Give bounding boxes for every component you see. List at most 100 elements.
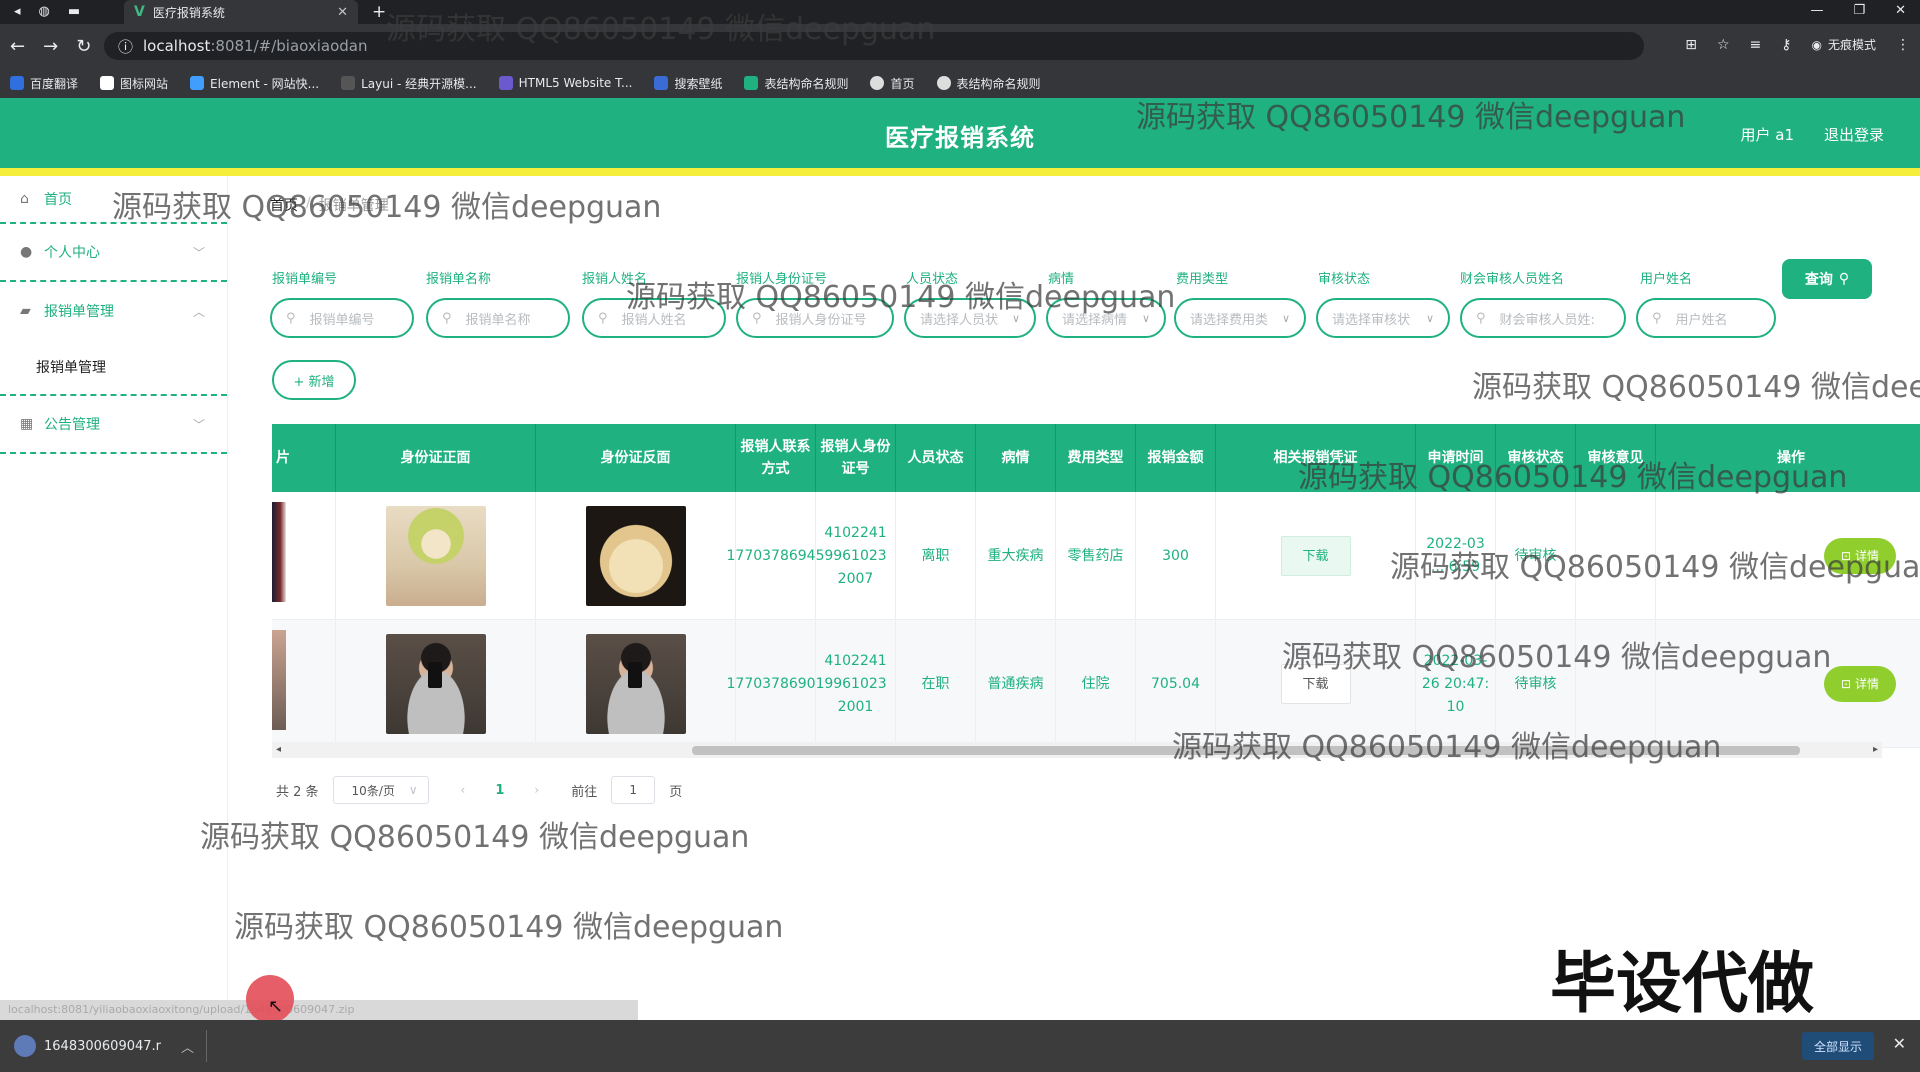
download-filename: 1648300609047.r	[44, 1038, 161, 1054]
pagination: 共 2 条 10条/页 ∨ ‹ 1 › 前往 1 页	[276, 776, 682, 804]
scroll-left-icon[interactable]: ◂	[276, 742, 281, 758]
bookmark-item[interactable]: 搜索壁纸	[654, 75, 722, 92]
sidebar-item-claims[interactable]: ▰ 报销单管理 ︿	[0, 282, 227, 340]
bookmark-item[interactable]: Element - 网站快...	[190, 75, 319, 92]
claimant-id-input[interactable]: ⚲ 报销人身份证号	[736, 298, 894, 338]
table-horizontal-scrollbar[interactable]: ◂ ▸	[272, 742, 1882, 758]
minimize-icon[interactable]: —	[1810, 3, 1823, 18]
chevron-down-icon: ∨	[1011, 311, 1020, 325]
key-icon[interactable]: ⚷	[1781, 37, 1791, 53]
id-front-image[interactable]	[385, 506, 486, 606]
flag-icon	[100, 76, 115, 90]
column-header: 相关报销凭证	[1216, 424, 1416, 492]
column-header: 人员状态	[896, 424, 976, 492]
status-cell: 在职	[896, 620, 976, 748]
chevron-up-icon[interactable]: ︿	[181, 1037, 194, 1056]
menu-icon[interactable]: ⋮	[1896, 37, 1910, 53]
sidebar-subitem-claims[interactable]: 报销单管理	[0, 340, 227, 396]
show-all-downloads-button[interactable]: 全部显示	[1801, 1032, 1874, 1060]
sidebar-item-notices[interactable]: ▦ 公告管理 ﹀	[0, 396, 227, 454]
logout-link[interactable]: 退出登录	[1824, 124, 1884, 145]
close-window-icon[interactable]: ✕	[1895, 3, 1906, 18]
new-tab-icon[interactable]: +	[372, 2, 386, 22]
browser-tab[interactable]: V 医疗报销系统 ✕	[124, 0, 358, 24]
sidebar-item-label: 报销单管理	[44, 304, 114, 320]
filter-label: 审核状态	[1318, 272, 1371, 287]
incognito-indicator[interactable]: ◉ 无痕模式	[1812, 36, 1877, 53]
bookmark-item[interactable]: Layui - 经典开源模...	[341, 75, 477, 92]
bookmark-item[interactable]: 图标网站	[100, 75, 168, 92]
next-page-icon[interactable]: ›	[534, 783, 539, 797]
search-icon: ⚲	[1652, 310, 1662, 326]
add-label: + 新增	[293, 374, 335, 390]
detail-icon: ⊡	[1840, 676, 1852, 691]
bookmark-item[interactable]: 百度翻译	[10, 75, 78, 92]
id-front-image[interactable]	[385, 634, 486, 734]
bookmark-star-icon[interactable]: ☆	[1717, 37, 1730, 53]
close-downloads-icon[interactable]: ✕	[1893, 1034, 1906, 1053]
url-input[interactable]: ⓘ localhost:8081/#/biaoxiaodan	[104, 32, 1644, 60]
review-status-select[interactable]: 请选择审核状 ∨	[1316, 298, 1450, 338]
bookmark-item[interactable]: 表结构命名规则	[744, 75, 848, 92]
scroll-thumb[interactable]	[692, 746, 1800, 755]
bookmark-item[interactable]: 表结构命名规则	[936, 75, 1041, 92]
goto-page-input[interactable]: 1	[611, 776, 656, 804]
column-header: 身份证反面	[536, 424, 736, 492]
photo-thumbnail[interactable]	[272, 630, 286, 730]
query-button[interactable]: 查询 ⚲	[1782, 259, 1872, 299]
bookmark-item[interactable]: HTML5 Website T...	[498, 76, 632, 90]
tab-close-icon[interactable]: ✕	[337, 5, 348, 20]
finance-reviewer-input[interactable]: ⚲ 财会审核人员姓:	[1460, 298, 1626, 338]
id-back-image[interactable]	[585, 634, 686, 734]
restore-icon[interactable]: ❐	[1853, 3, 1865, 18]
goto-label: 前往	[571, 784, 598, 800]
detail-button[interactable]: ⊡ 详情	[1824, 666, 1896, 702]
search-icon: ⚲	[598, 310, 608, 326]
back-icon[interactable]: ←	[10, 36, 25, 57]
sidebar-item-personal[interactable]: ● 个人中心 ﹀	[0, 224, 227, 282]
audio-icon[interactable]: ◂	[14, 4, 21, 19]
claim-number-input[interactable]: ⚲ 报销单编号	[270, 298, 414, 338]
grid-icon: ▦	[20, 416, 34, 432]
staff-status-select[interactable]: 请选择人员状 ∨	[904, 298, 1036, 338]
prev-page-icon[interactable]: ‹	[461, 783, 466, 797]
forward-icon[interactable]: →	[43, 36, 58, 57]
translate-icon[interactable]: ⊞	[1685, 37, 1697, 53]
scroll-right-icon[interactable]: ▸	[1873, 742, 1878, 758]
reload-icon[interactable]: ↻	[76, 36, 91, 57]
id-back-image[interactable]	[585, 506, 686, 606]
download-button[interactable]: 下载	[1280, 664, 1351, 704]
address-bar: ← → ↻ ⓘ localhost:8081/#/biaoxiaodan ⊞ ☆…	[0, 24, 1920, 68]
id-front-cell	[336, 492, 536, 620]
column-header: 身份证正面	[336, 424, 536, 492]
claims-table: 片 身份证正面 身份证反面 报销人联系方式 报销人身份证号 人员状态 病情 费用…	[272, 424, 1920, 762]
photo-thumbnail[interactable]	[272, 502, 286, 602]
app-header: 医疗报销系统 用户 a1 退出登录	[0, 98, 1920, 168]
current-page[interactable]: 1	[495, 783, 504, 798]
window-icon[interactable]: ▬	[68, 4, 80, 19]
info-icon[interactable]: ⓘ	[118, 36, 133, 57]
add-button[interactable]: + 新增	[272, 360, 356, 400]
current-user: 用户 a1	[1740, 126, 1794, 144]
user-name-input[interactable]: ⚲ 用户姓名	[1636, 298, 1776, 338]
page-size-select[interactable]: 10条/页 ∨	[332, 776, 429, 804]
globe-icon[interactable]: ◍	[39, 4, 50, 19]
search-icon: ⚲	[442, 310, 452, 326]
sidebar-item-label: 公告管理	[44, 417, 100, 433]
breadcrumb-home[interactable]: 首页	[270, 195, 298, 215]
illness-select[interactable]: 请选择病情 ∨	[1046, 298, 1166, 338]
fee-type-select[interactable]: 请选择费用类 ∨	[1174, 298, 1306, 338]
home-icon: ⌂	[20, 191, 29, 207]
review-status-cell: 待审核	[1496, 492, 1576, 620]
downloads-divider	[206, 1030, 207, 1062]
bookmark-item[interactable]: 首页	[870, 75, 915, 92]
claim-name-input[interactable]: ⚲ 报销单名称	[426, 298, 570, 338]
sidebar-item-home[interactable]: ⌂ 首页	[0, 176, 227, 224]
download-button[interactable]: 下载	[1280, 536, 1351, 576]
reading-list-icon[interactable]: ≡	[1750, 37, 1762, 53]
search-icon: ⚲	[286, 310, 296, 326]
table-row: 17703786945 410224199610232007 离职 重大疾病 零…	[272, 492, 1920, 620]
detail-button[interactable]: ⊡ 详情	[1824, 538, 1896, 574]
download-item[interactable]: 1648300609047.r ︿	[14, 1032, 194, 1060]
claimant-name-input[interactable]: ⚲ 报销人姓名	[582, 298, 726, 338]
